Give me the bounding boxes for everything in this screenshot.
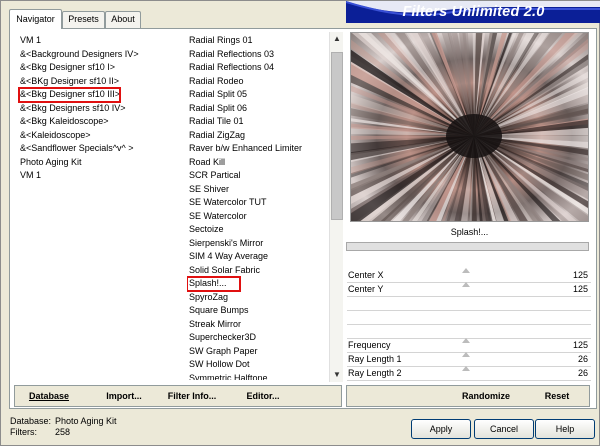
filter-item[interactable]: Sectoize bbox=[187, 223, 329, 237]
filter-item[interactable]: Symmetric Halftone bbox=[187, 372, 329, 381]
filters-count-value: 258 bbox=[55, 427, 71, 437]
scroll-down-arrow-icon[interactable]: ▼ bbox=[330, 368, 344, 382]
banner-title: Filters Unlimited 2.0 bbox=[402, 4, 545, 20]
filter-item[interactable]: Radial Tile 01 bbox=[187, 115, 329, 129]
filter-list-scrollbar[interactable]: ▲ ▼ bbox=[329, 32, 343, 382]
filter-item[interactable]: Square Bumps bbox=[187, 304, 329, 318]
slider-row-empty[interactable] bbox=[347, 325, 591, 339]
slider-row[interactable]: Center Y 125 bbox=[347, 282, 591, 297]
category-item[interactable]: VM 1 bbox=[19, 169, 179, 183]
parameter-button-bar: Randomize Reset bbox=[346, 385, 590, 407]
apply-button[interactable]: Apply bbox=[411, 419, 471, 439]
slider-knob-icon[interactable] bbox=[462, 338, 470, 343]
slider-knob-icon[interactable] bbox=[462, 268, 470, 273]
category-item[interactable]: &<Background Designers IV> bbox=[19, 48, 179, 62]
slider-value: 26 bbox=[577, 354, 588, 364]
slider-value: 125 bbox=[572, 340, 588, 350]
filter-item[interactable]: Radial Split 06 bbox=[187, 102, 329, 116]
editor-label: Editor... bbox=[246, 391, 280, 401]
filter-info-button[interactable]: Filter Info... bbox=[163, 386, 221, 406]
filter-item[interactable]: Sierpenski's Mirror bbox=[187, 237, 329, 251]
filter-item[interactable]: SE Watercolor bbox=[187, 210, 329, 224]
category-item[interactable]: &<Sandflower Specials^v^ > bbox=[19, 142, 179, 156]
slider-row[interactable]: Ray Length 1 26 bbox=[347, 352, 591, 367]
slider-row[interactable]: Center X 125 bbox=[347, 268, 591, 283]
filter-item[interactable]: SpyroZag bbox=[187, 291, 329, 305]
scrollbar-thumb[interactable] bbox=[331, 52, 343, 220]
filter-info-label: Filter Info... bbox=[167, 391, 217, 401]
database-button[interactable]: Database bbox=[23, 386, 75, 406]
slider-label: Ray Length 1 bbox=[348, 354, 402, 364]
slider-value: 125 bbox=[572, 270, 588, 280]
filter-item[interactable]: Streak Mirror bbox=[187, 318, 329, 332]
filter-item[interactable]: Radial Split 05 bbox=[187, 88, 329, 102]
category-item[interactable]: &<BKg Designer sf10 II> bbox=[19, 75, 179, 89]
import-button[interactable]: Import... bbox=[98, 386, 150, 406]
filter-item[interactable]: SCR Partical bbox=[187, 169, 329, 183]
filters-unlimited-banner: Filters Unlimited 2.0 bbox=[346, 1, 600, 23]
slider-label: Center X bbox=[348, 270, 384, 280]
slider-row-empty[interactable] bbox=[347, 297, 591, 311]
preview-progress-bar bbox=[346, 242, 589, 251]
slider-label: Ray Length 2 bbox=[348, 368, 402, 378]
preview-image bbox=[350, 32, 589, 222]
category-item[interactable]: Photo Aging Kit bbox=[19, 156, 179, 170]
database-label: Database bbox=[28, 391, 70, 401]
slider-label: Frequency bbox=[348, 340, 391, 350]
slider-value: 125 bbox=[572, 284, 588, 294]
slider-value: 26 bbox=[577, 368, 588, 378]
filter-item[interactable]: Radial Reflections 04 bbox=[187, 61, 329, 75]
filter-item[interactable]: SE Watercolor TUT bbox=[187, 196, 329, 210]
filter-item[interactable]: Raver b/w Enhanced Limiter bbox=[187, 142, 329, 156]
preview-filter-name: Splash!... bbox=[450, 227, 489, 237]
filter-item[interactable]: Superchecker3D bbox=[187, 331, 329, 345]
splash-preview-graphic bbox=[351, 33, 588, 221]
category-list[interactable]: VM 1 &<Background Designers IV> &<Bkg Desi… bbox=[18, 34, 179, 183]
database-info-value: Photo Aging Kit bbox=[55, 416, 117, 426]
filter-item[interactable]: SW Graph Paper bbox=[187, 345, 329, 359]
slider-knob-icon[interactable] bbox=[462, 366, 470, 371]
slider-label: Center Y bbox=[348, 284, 384, 294]
filter-item[interactable]: SW Hollow Dot bbox=[187, 358, 329, 372]
randomize-button[interactable]: Randomize bbox=[457, 386, 515, 406]
import-label: Import... bbox=[106, 391, 142, 401]
filter-item[interactable]: Splash!... bbox=[187, 276, 241, 292]
filter-item[interactable]: Radial Reflections 03 bbox=[187, 48, 329, 62]
cancel-button[interactable]: Cancel bbox=[474, 419, 534, 439]
tab-presets[interactable]: Presets bbox=[62, 11, 105, 28]
category-item[interactable]: &<Bkg Designer sf10 III> bbox=[18, 87, 121, 103]
parameter-sliders: Center X 125 Center Y 125 Frequency 125 Ray Le… bbox=[347, 268, 591, 381]
reset-button[interactable]: Reset bbox=[537, 386, 577, 406]
category-item[interactable]: &<Bkg Designer sf10 I> bbox=[19, 61, 179, 75]
navigator-panel: VM 1 &<Background Designers IV> &<Bkg Desi… bbox=[9, 28, 597, 409]
slider-knob-icon[interactable] bbox=[462, 352, 470, 357]
tab-about[interactable]: About bbox=[105, 11, 141, 28]
filter-item[interactable]: Road Kill bbox=[187, 156, 329, 170]
filters-unlimited-dialog: Navigator Presets About Filters Unlimite… bbox=[0, 0, 600, 446]
slider-row[interactable]: Frequency 125 bbox=[347, 338, 591, 353]
filter-list[interactable]: Radial Rings 01 Radial Reflections 03 Radi… bbox=[187, 34, 329, 380]
list-button-bar: Database Import... Filter Info... Editor… bbox=[14, 385, 342, 407]
filter-item[interactable]: Solid Solar Fabric bbox=[187, 264, 329, 278]
category-item[interactable]: &<Kaleidoscope> bbox=[19, 129, 179, 143]
status-info: Database: Photo Aging Kit Filters: 258 bbox=[10, 416, 117, 438]
slider-knob-icon[interactable] bbox=[462, 282, 470, 287]
category-item[interactable]: VM 1 bbox=[19, 34, 179, 48]
editor-button[interactable]: Editor... bbox=[241, 386, 285, 406]
filter-item[interactable]: Radial ZigZag bbox=[187, 129, 329, 143]
category-item[interactable]: &<Bkg Kaleidoscope> bbox=[19, 115, 179, 129]
scroll-up-arrow-icon[interactable]: ▲ bbox=[330, 32, 344, 46]
help-button[interactable]: Help bbox=[535, 419, 595, 439]
slider-row-empty[interactable] bbox=[347, 311, 591, 325]
filter-item[interactable]: SE Shiver bbox=[187, 183, 329, 197]
category-item[interactable]: &<Bkg Designers sf10 IV> bbox=[19, 102, 179, 116]
database-info-label: Database: bbox=[10, 416, 52, 426]
filter-item[interactable]: Radial Rodeo bbox=[187, 75, 329, 89]
slider-row[interactable]: Ray Length 2 26 bbox=[347, 366, 591, 381]
filter-item[interactable]: SIM 4 Way Average bbox=[187, 250, 329, 264]
filters-count-label: Filters: bbox=[10, 427, 37, 437]
tab-navigator[interactable]: Navigator bbox=[9, 9, 62, 29]
filter-item[interactable]: Radial Rings 01 bbox=[187, 34, 329, 48]
